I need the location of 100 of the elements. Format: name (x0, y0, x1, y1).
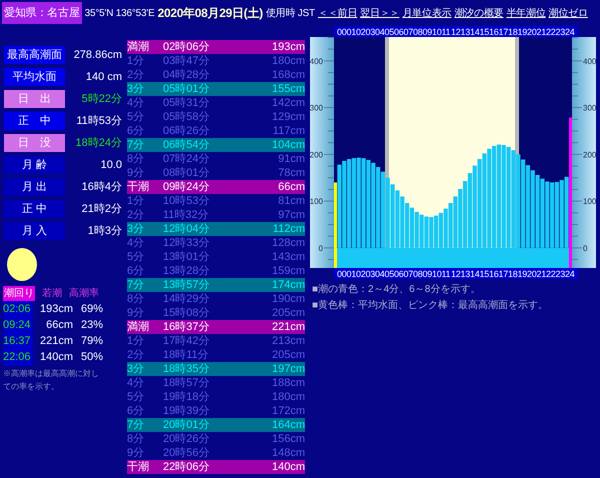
table-cell-text: 193cm (270, 40, 305, 54)
moon-phase-icon (7, 248, 37, 281)
axis-tick-label: 15 (480, 269, 489, 279)
axis-tick-label: 19 (518, 27, 527, 37)
table-cell-text: 221cm (270, 320, 305, 334)
nav-link[interactable]: 半年潮位 (506, 6, 546, 20)
table-cell-text: 5分 (127, 110, 146, 124)
axis-tick-label: 18 (508, 269, 518, 279)
axis-tick-label: 13 (460, 269, 470, 279)
table-cell-text: 129cm (270, 110, 305, 124)
table-cell-text: 06時26分 (163, 124, 210, 138)
table-cell-text: 5分 (127, 390, 146, 404)
nav-link[interactable]: 潮位ゼロ (548, 6, 588, 20)
table-cell-text: 8分 (127, 292, 146, 306)
axis-tick-label: 02 (356, 269, 366, 279)
tide-name: 若潮 (42, 286, 62, 301)
table-cell-text: 205cm (270, 348, 305, 362)
tide-time: 02:06 (3, 301, 33, 318)
axis-tick-label: 14 (470, 269, 480, 279)
axis-tick-label: 23 (556, 269, 565, 279)
table-cell-text: 66cm (277, 180, 305, 194)
table-cell-text: 180cm (270, 54, 305, 68)
table-cell-text: 7分 (127, 138, 146, 152)
table-cell-text: 18時35分 (163, 362, 210, 376)
table-cell-text: 81cm (277, 194, 305, 208)
table-cell-text: 12時04分 (163, 222, 210, 236)
info-label: 月 齢 (4, 156, 65, 174)
info-label: 日 没 (4, 134, 65, 152)
info-value: 21時2分 (82, 202, 122, 217)
axis-tick-label: 08 (413, 27, 422, 37)
table-cell-text: 4分 (127, 376, 146, 390)
table-cell-text: 174cm (270, 278, 305, 292)
info-value: 5時22分 (82, 92, 122, 107)
table-cell-text: 164cm (270, 418, 305, 432)
info-label: 平均水面 (4, 68, 65, 86)
axis-tick-label: 20 (527, 269, 536, 279)
table-cell-text: 6分 (127, 124, 146, 138)
nav-link[interactable]: 潮汐の概要 (454, 6, 504, 20)
table-cell-text: 6分 (127, 404, 146, 418)
table-cell-text: 13時01分 (163, 250, 210, 264)
table-cell-text: 172cm (270, 404, 305, 418)
table-cell-text: 22時06分 (163, 460, 210, 474)
axis-tick-label: 16 (489, 27, 498, 37)
table-cell-text: 15時08分 (163, 306, 210, 320)
scale-label: 0 (318, 244, 323, 253)
tide-time: 09:24 (3, 317, 33, 334)
axis-tick-label: 00 (337, 269, 346, 279)
axis-tick-label: 13 (460, 27, 470, 37)
tide-rate: 23% (80, 318, 103, 334)
coordinates: 35°5'N 136°53'E (84, 6, 155, 20)
tide-rate: 79% (80, 334, 103, 350)
table-cell-text: 159cm (270, 264, 305, 278)
table-cell-text: 78cm (277, 166, 305, 180)
axis-tick-label: 17 (498, 269, 508, 279)
table-cell-text: 9分 (127, 306, 146, 320)
table-cell-text: 142cm (270, 96, 305, 110)
table-cell-text: 05時31分 (163, 96, 210, 110)
tide-rate: 50% (80, 350, 103, 366)
table-cell-text: 3分 (127, 82, 146, 96)
table-cell-text: 180cm (270, 390, 305, 404)
axis-tick-label: 11 (442, 27, 450, 37)
info-value: 1時3分 (88, 224, 122, 239)
table-cell-text: 8分 (127, 152, 146, 166)
table-cell-text: 2分 (127, 68, 146, 82)
table-cell-text: 06時54分 (163, 138, 210, 152)
axis-tick-label: 18 (508, 27, 518, 37)
axis-tick-label: 22 (546, 27, 556, 37)
table-cell-text: 205cm (270, 306, 305, 320)
table-cell-text: 18時11分 (163, 348, 210, 362)
nav-link[interactable]: 月単位表示 (402, 6, 452, 20)
rate-note: ※高潮率は最高高潮に対しての率を示す。 (3, 368, 100, 393)
timezone-label: 使用時 JST (266, 6, 315, 20)
table-cell-text: 10時53分 (163, 194, 210, 208)
table-cell-text: 7分 (127, 418, 146, 432)
table-cell-text: 14時29分 (163, 292, 210, 306)
tide-height: 221cm (38, 334, 73, 350)
tide-cycle-header: 潮回り (3, 286, 35, 301)
nav-link[interactable]: 翌日＞＞ (360, 6, 400, 20)
table-cell-text: 112cm (272, 222, 305, 236)
nav-link[interactable]: ＜＜前日 (318, 6, 358, 20)
table-cell-text: 1分 (127, 194, 146, 208)
axis-tick-label: 12 (451, 27, 460, 37)
info-value: 18時24分 (76, 136, 122, 151)
table-cell-text: 2分 (127, 348, 146, 362)
axis-tick-label: 21 (536, 27, 546, 37)
axis-tick-label: 01 (346, 269, 356, 279)
axis-tick-label: 02 (356, 27, 366, 37)
tide-height: 66cm (45, 318, 73, 334)
axis-tick-label: 12 (451, 269, 460, 279)
axis-tick-label: 00 (337, 27, 346, 37)
axis-tick-label: 200 (583, 150, 596, 160)
axis-tick-label: 24 (565, 27, 574, 37)
table-cell-text: 168cm (270, 68, 305, 82)
axis-tick-label: 07 (404, 27, 413, 37)
table-cell-text: 128cm (270, 236, 305, 250)
table-cell-text: 4分 (127, 236, 146, 250)
table-cell-text: 5分 (127, 250, 146, 264)
info-value: 16時4分 (82, 180, 122, 195)
tide-height: 140cm (38, 350, 73, 366)
table-cell-text: 20時01分 (163, 418, 210, 432)
